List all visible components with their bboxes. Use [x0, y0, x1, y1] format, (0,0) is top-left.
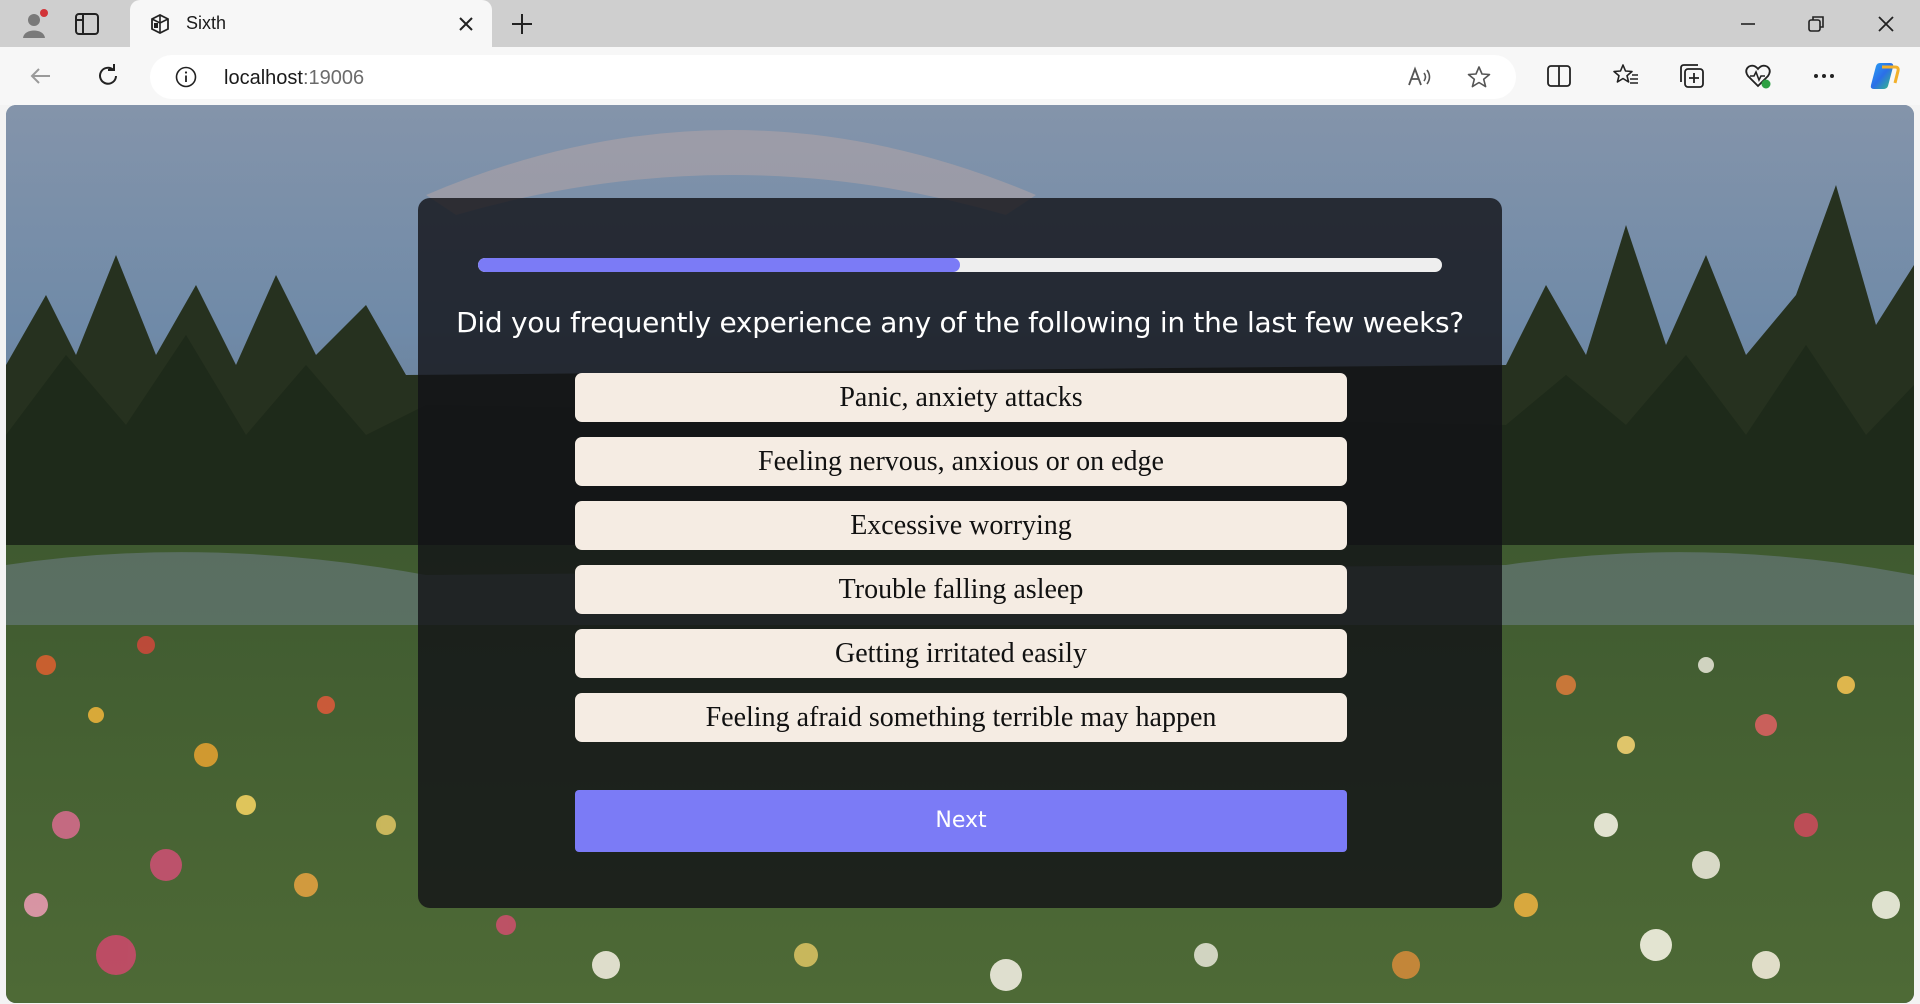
more-options-icon[interactable]: [1810, 62, 1838, 90]
option-feeling-nervous[interactable]: Feeling nervous, anxious or on edge: [575, 437, 1347, 486]
close-tab-icon[interactable]: [454, 12, 478, 36]
option-panic-anxiety-attacks[interactable]: Panic, anxiety attacks: [575, 373, 1347, 422]
favorite-star-icon[interactable]: [1466, 64, 1492, 90]
copilot-icon[interactable]: [1868, 59, 1902, 93]
app-favicon-icon: [148, 12, 172, 36]
question-text: Did you frequently experience any of the…: [456, 306, 1464, 339]
url-text: localhost:19006: [224, 67, 364, 90]
tab-title: Sixth: [186, 13, 227, 33]
answer-options-list: Panic, anxiety attacks Feeling nervous, …: [575, 373, 1347, 757]
next-button[interactable]: Next: [575, 790, 1347, 852]
address-bar[interactable]: localhost:19006: [150, 55, 1516, 99]
back-arrow-icon[interactable]: [26, 61, 56, 91]
split-screen-icon[interactable]: [1545, 62, 1573, 90]
browser-tab-strip: Sixth: [0, 0, 1920, 47]
tab-active[interactable]: Sixth: [130, 0, 492, 47]
option-feeling-afraid[interactable]: Feeling afraid something terrible may ha…: [575, 693, 1347, 742]
restore-window-icon[interactable]: [1800, 8, 1832, 40]
new-tab-icon[interactable]: [508, 10, 536, 38]
browser-toolbar: localhost:19006: [0, 47, 1920, 105]
browser-health-icon[interactable]: [1744, 62, 1772, 90]
profile-avatar-icon[interactable]: [18, 8, 50, 40]
close-window-icon[interactable]: [1870, 8, 1902, 40]
site-info-icon[interactable]: [174, 65, 198, 89]
quiz-card: Did you frequently experience any of the…: [418, 198, 1502, 908]
favorites-icon[interactable]: [1612, 62, 1640, 90]
option-getting-irritated[interactable]: Getting irritated easily: [575, 629, 1347, 678]
url-port: :19006: [302, 67, 365, 89]
read-aloud-icon[interactable]: [1406, 65, 1432, 89]
option-trouble-falling-asleep[interactable]: Trouble falling asleep: [575, 565, 1347, 614]
progress-bar-fill: [478, 258, 960, 272]
reload-icon[interactable]: [93, 61, 123, 91]
minimize-window-icon[interactable]: [1732, 8, 1764, 40]
tab-actions-icon[interactable]: [74, 12, 100, 36]
page-viewport: Did you frequently experience any of the…: [6, 105, 1914, 1003]
collections-icon[interactable]: [1678, 62, 1706, 90]
progress-bar: [478, 258, 1442, 272]
option-excessive-worrying[interactable]: Excessive worrying: [575, 501, 1347, 550]
url-host: localhost: [224, 67, 303, 89]
